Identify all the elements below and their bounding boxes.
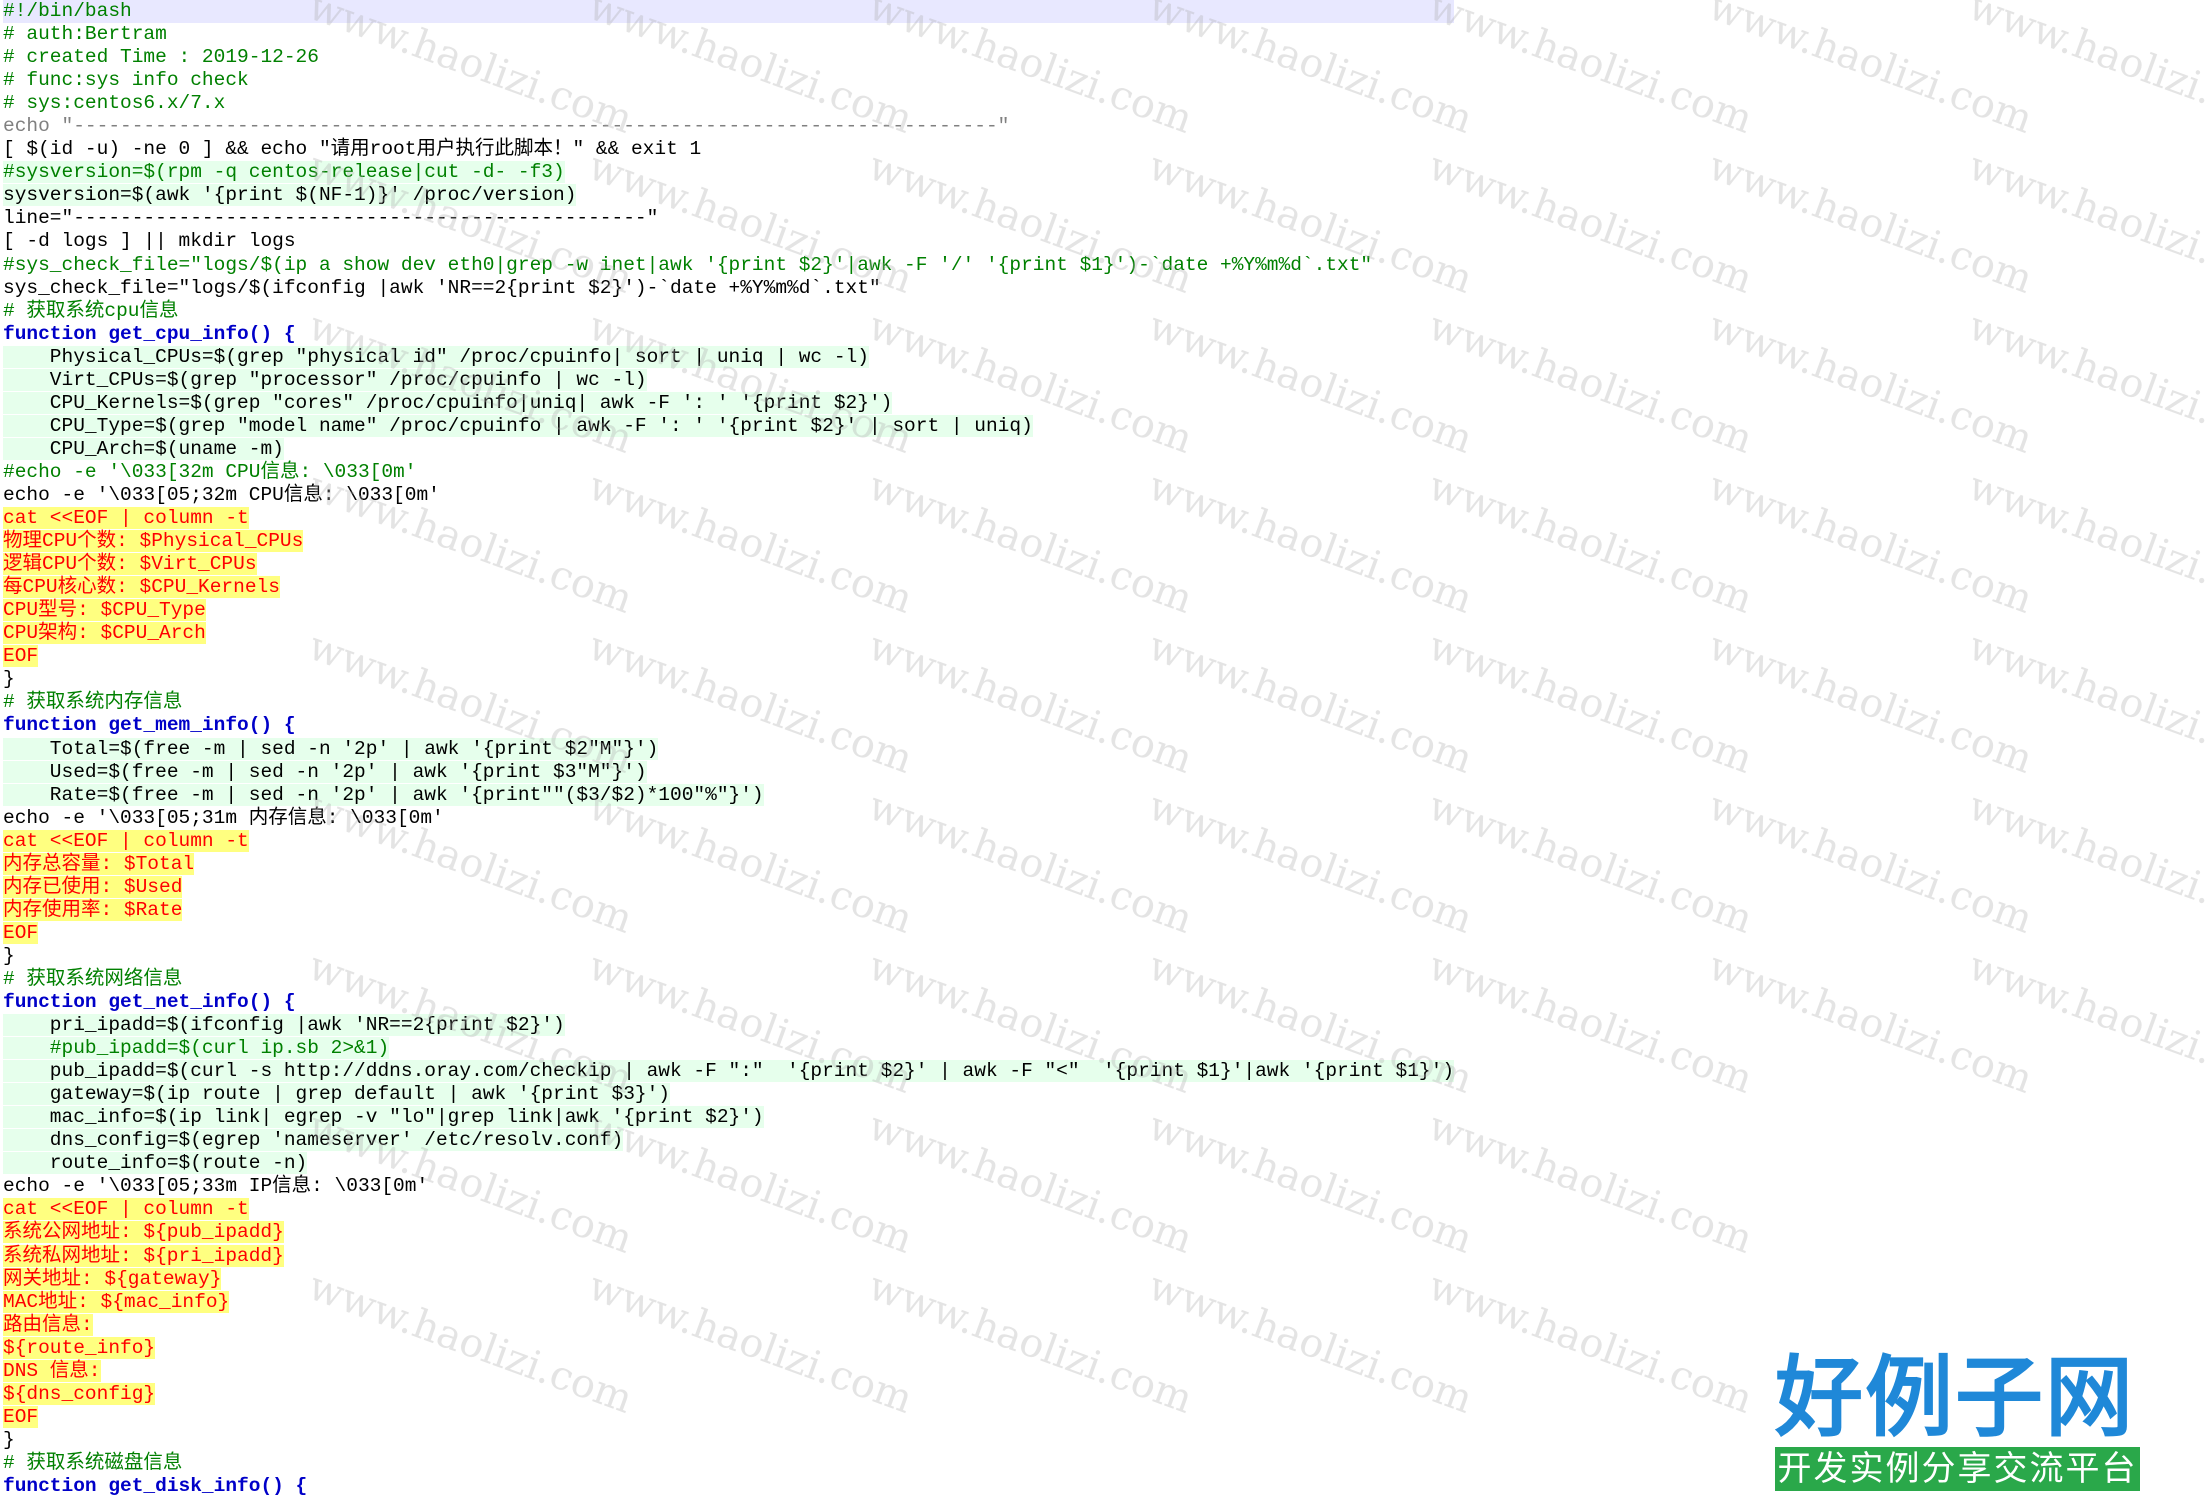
code-line: # sys:centos6.x/7.x	[3, 92, 226, 115]
code-line: # auth:Bertram	[3, 23, 167, 46]
code-line: # 获取系统网络信息	[3, 967, 183, 990]
site-logo: 好例子网 开发实例分享交流平台	[1775, 1350, 2140, 1495]
code-line: 路由信息:	[3, 1313, 93, 1336]
watermark: www.haolizi.com	[1962, 623, 2210, 783]
watermark: www.haolizi.com	[1962, 463, 2210, 623]
code-line: ${dns_config}	[3, 1382, 156, 1405]
watermark: www.haolizi.com	[1962, 783, 2210, 943]
code-line: MAC地址: ${mac_info}	[3, 1290, 230, 1313]
code-line: #sys_check_file="logs/$(ip a show dev et…	[3, 253, 1373, 276]
watermark: www.haolizi.com	[1422, 143, 1759, 303]
watermark: www.haolizi.com	[1702, 303, 2039, 463]
watermark: www.haolizi.com	[1422, 303, 1759, 463]
code-line: }	[3, 944, 15, 967]
code-line: echo -e '\033[05;31m 内存信息: \033[0m'	[3, 806, 444, 829]
watermark: www.haolizi.com	[1962, 0, 2210, 143]
code-line: #pub_ipadd=$(curl ip.sb 2>&1)	[3, 1037, 390, 1060]
code-line: ${route_info}	[3, 1336, 156, 1359]
watermark: www.haolizi.com	[1962, 143, 2210, 303]
code-text[interactable]: #!/bin/bash # auth:Bertram # created Time …	[3, 0, 1455, 1498]
watermark: www.haolizi.com	[1702, 623, 2039, 783]
code-line: gateway=$(ip route | grep default | awk …	[3, 1083, 671, 1106]
code-line: echo -e '\033[05;33m IP信息: \033[0m'	[3, 1175, 429, 1198]
watermark: www.haolizi.com	[1422, 943, 1759, 1103]
code-line: #sysversion=$(rpm -q centos-release|cut …	[3, 161, 565, 184]
code-line: echo "----------------------------------…	[3, 115, 1010, 138]
watermark: www.haolizi.com	[1422, 463, 1759, 623]
code-line: sysversion=$(awk '{print $(NF-1)}' /proc…	[3, 184, 577, 207]
code-line: EOF	[3, 1405, 39, 1428]
watermark: www.haolizi.com	[1422, 1263, 1759, 1423]
watermark: www.haolizi.com	[1422, 1103, 1759, 1263]
code-line: 内存已使用: $Used	[3, 875, 183, 898]
code-line: [ -d logs ] || mkdir logs	[3, 230, 296, 253]
code-line: CPU型号: $CPU_Type	[3, 599, 206, 622]
code-line: function get_mem_info() {	[3, 714, 296, 737]
code-line: echo -e '\033[05;32m CPU信息: \033[0m'	[3, 483, 440, 506]
code-line: # func:sys info check	[3, 69, 249, 92]
code-line: 每CPU核心数: $CPU_Kernels	[3, 576, 280, 599]
code-line: line="----------------------------------…	[3, 207, 659, 230]
code-line: sys_check_file="logs/$(ifconfig |awk 'NR…	[3, 276, 881, 299]
code-line: EOF	[3, 921, 39, 944]
code-line: dns_config=$(egrep 'nameserver' /etc/res…	[3, 1129, 624, 1152]
watermark: www.haolizi.com	[1702, 463, 2039, 623]
code-line: # 获取系统cpu信息	[3, 299, 179, 322]
code-line: pub_ipadd=$(curl -s http://ddns.oray.com…	[3, 1060, 1455, 1083]
watermark: www.haolizi.com	[1702, 0, 2039, 143]
logo-subtitle: 开发实例分享交流平台	[1775, 1447, 2140, 1491]
code-line: CPU_Kernels=$(grep "cores" /proc/cpuinfo…	[3, 391, 893, 414]
code-line: CPU_Arch=$(uname -m)	[3, 437, 284, 460]
code-line: pri_ipadd=$(ifconfig |awk 'NR==2{print $…	[3, 1014, 565, 1037]
watermark: www.haolizi.com	[1962, 303, 2210, 463]
code-line: [ $(id -u) -ne 0 ] && echo "请用root用户执行此脚…	[3, 138, 702, 161]
code-line: Virt_CPUs=$(grep "processor" /proc/cpuin…	[3, 368, 647, 391]
code-line: 网关地址: ${gateway}	[3, 1267, 222, 1290]
code-line: CPU_Type=$(grep "model name" /proc/cpuin…	[3, 414, 1033, 437]
code-line: mac_info=$(ip link| egrep -v "lo"|grep l…	[3, 1106, 764, 1129]
code-line: }	[3, 668, 15, 691]
code-line: 物理CPU个数: $Physical_CPUs	[3, 530, 304, 553]
code-line: 逻辑CPU个数: $Virt_CPUs	[3, 553, 257, 576]
code-line: cat <<EOF | column -t	[3, 1198, 249, 1221]
code-line: #!/bin/bash	[3, 0, 1455, 24]
watermark: www.haolizi.com	[1702, 783, 2039, 943]
code-line: cat <<EOF | column -t	[3, 829, 249, 852]
watermark: www.haolizi.com	[1422, 623, 1759, 783]
code-line: Used=$(free -m | sed -n '2p' | awk '{pri…	[3, 760, 647, 783]
code-line: Total=$(free -m | sed -n '2p' | awk '{pr…	[3, 737, 659, 760]
code-line: DNS 信息:	[3, 1359, 101, 1382]
code-line: 系统私网地址: ${pri_ipadd}	[3, 1244, 284, 1267]
code-line: Rate=$(free -m | sed -n '2p' | awk '{pri…	[3, 783, 764, 806]
watermark: www.haolizi.com	[1422, 783, 1759, 943]
code-line: Physical_CPUs=$(grep "physical id" /proc…	[3, 345, 869, 368]
code-line: # 获取系统内存信息	[3, 691, 183, 714]
code-line: 内存总容量: $Total	[3, 852, 195, 875]
code-line: EOF	[3, 645, 39, 668]
code-line: 系统公网地址: ${pub_ipadd}	[3, 1221, 284, 1244]
watermark: www.haolizi.com	[1702, 943, 2039, 1103]
code-line: function get_disk_info() {	[3, 1475, 308, 1497]
watermark: www.haolizi.com	[1962, 943, 2210, 1103]
code-line: #echo -e '\033[32m CPU信息: \033[0m'	[3, 460, 417, 483]
code-line: }	[3, 1428, 15, 1451]
watermark: www.haolizi.com	[1702, 143, 2039, 303]
code-line: route_info=$(route -n)	[3, 1152, 308, 1175]
code-line: # created Time : 2019-12-26	[3, 46, 319, 69]
code-line: CPU架构: $CPU_Arch	[3, 622, 206, 645]
code-line: 内存使用率: $Rate	[3, 898, 183, 921]
logo-title: 好例子网	[1775, 1346, 2136, 1449]
code-line: # 获取系统磁盘信息	[3, 1451, 183, 1474]
code-line: function get_cpu_info() {	[3, 322, 296, 345]
code-line: cat <<EOF | column -t	[3, 507, 249, 530]
code-line: function get_net_info() {	[3, 991, 296, 1014]
code-editor[interactable]: #!/bin/bash # auth:Bertram # created Time …	[0, 0, 2210, 1502]
watermark: www.haolizi.com	[1422, 0, 1759, 143]
